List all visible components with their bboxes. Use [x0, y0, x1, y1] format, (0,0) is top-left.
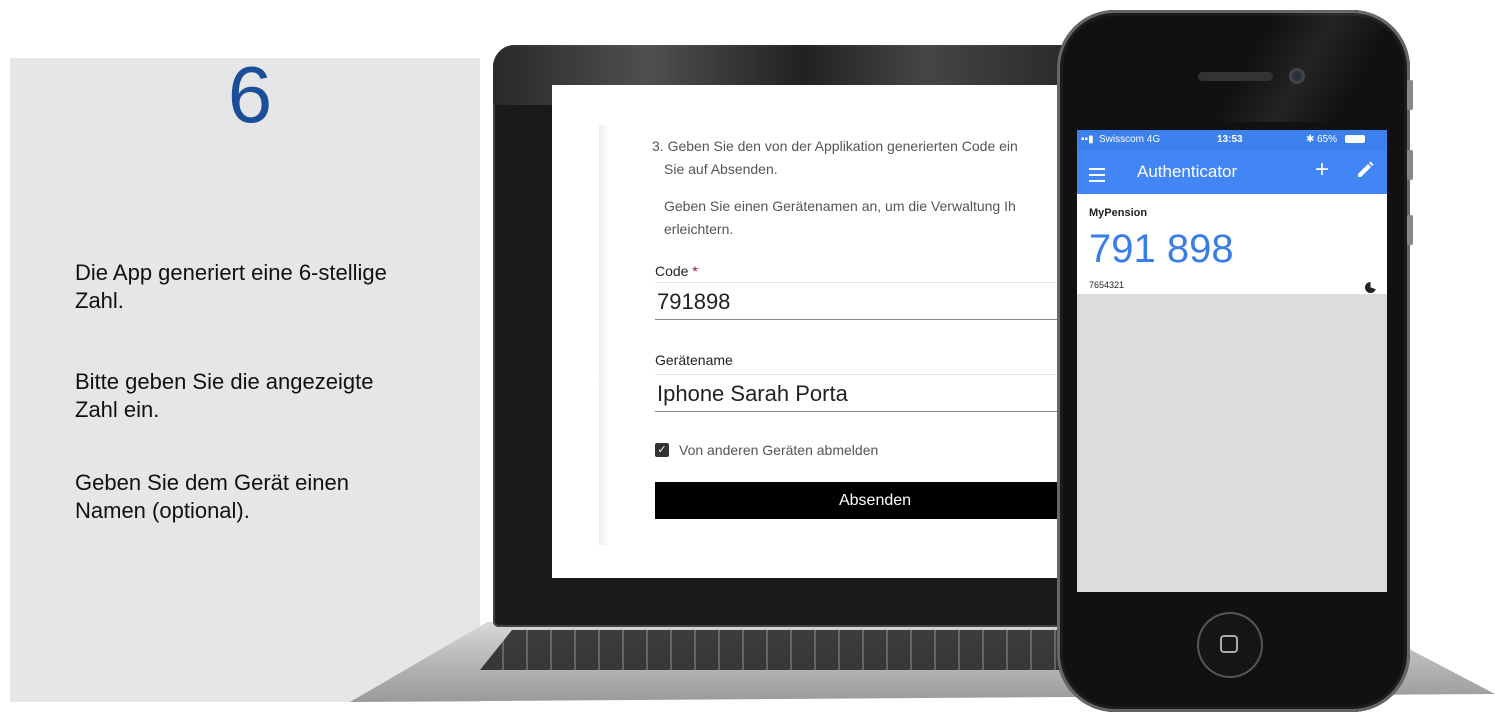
phone-side-button [1407, 150, 1413, 180]
info-line: Zahl. [75, 288, 124, 313]
info-text-1: Die App generiert eine 6-stellige Zahl. [75, 259, 495, 315]
status-bar: ▪▪▮ Swisscom 4G 13:53 ✱ 65% [1077, 130, 1387, 150]
phone-screen: ▪▪▮ Swisscom 4G 13:53 ✱ 65% Authenticato… [1077, 130, 1387, 592]
pencil-icon[interactable] [1355, 160, 1375, 185]
timer-icon [1365, 282, 1376, 293]
home-button[interactable] [1197, 612, 1263, 678]
phone-side-button [1407, 80, 1413, 110]
battery-icon [1345, 135, 1365, 143]
phone-camera [1289, 68, 1305, 84]
phone-side-button [1407, 215, 1413, 245]
instruction-text: Geben Sie einen Gerätenamen an, um die V… [664, 198, 1016, 214]
logout-others-checkbox[interactable]: ✓ [655, 443, 669, 457]
add-icon[interactable]: + [1315, 158, 1329, 182]
info-line: Bitte geben Sie die angezeigte [75, 369, 374, 394]
otp-code: 791 898 [1089, 227, 1234, 271]
account-card[interactable]: MyPension 791 898 7654321 [1077, 194, 1387, 294]
app-bar: Authenticator + [1077, 150, 1387, 194]
status-time: 13:53 [1217, 134, 1243, 145]
home-square-icon [1220, 635, 1238, 653]
phone-speaker [1198, 72, 1273, 81]
instruction-text: 3. Geben Sie den von der Applikation gen… [652, 138, 1018, 154]
code-label: Code * [655, 263, 698, 279]
battery-percent: 65% [1317, 134, 1338, 145]
instruction-text: Sie auf Absenden. [664, 161, 778, 177]
info-line: Die App generiert eine 6-stellige [75, 260, 387, 285]
signal-icon: ▪▪▮ [1081, 134, 1094, 145]
account-name: MyPension [1089, 207, 1148, 219]
device-name-label: Gerätename [655, 352, 733, 368]
menu-icon[interactable] [1089, 168, 1105, 186]
submit-button[interactable]: Absenden [655, 482, 1072, 519]
carrier-text: Swisscom 4G [1099, 134, 1161, 145]
app-title: Authenticator [1137, 162, 1238, 181]
phone-glare [1150, 12, 1400, 122]
screen-sidebar [599, 125, 607, 545]
required-mark: * [692, 263, 698, 279]
step-number: 6 [227, 50, 273, 139]
laptop-screen: 3. Geben Sie den von der Applikation gen… [552, 85, 1072, 578]
logout-others-row[interactable]: ✓ Von anderen Geräten abmelden [655, 442, 878, 458]
checkbox-label: Von anderen Geräten abmelden [679, 442, 879, 458]
code-input[interactable]: 791898 [655, 282, 1072, 320]
account-user: 7654321 [1089, 280, 1125, 290]
info-line: Zahl ein. [75, 397, 160, 422]
info-text-2: Bitte geben Sie die angezeigte Zahl ein. [75, 368, 495, 424]
laptop-keyboard [480, 630, 1120, 670]
info-line: Namen (optional). [75, 498, 250, 523]
info-text-3: Geben Sie dem Gerät einen Namen (optiona… [75, 469, 495, 525]
code-label-text: Code [655, 263, 689, 279]
instruction-text: erleichtern. [664, 221, 734, 237]
info-line: Geben Sie dem Gerät einen [75, 470, 349, 495]
device-name-input[interactable]: Iphone Sarah Porta [655, 374, 1072, 412]
bluetooth-icon: ✱ [1306, 134, 1315, 145]
